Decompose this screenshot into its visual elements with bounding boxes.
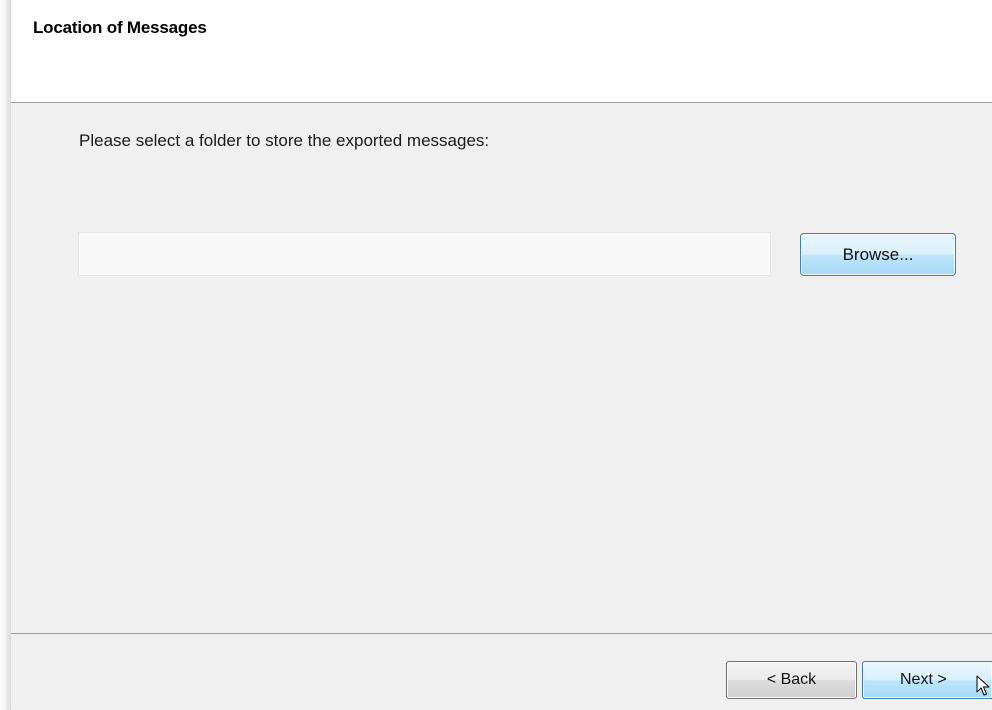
mouse-pointer-icon [976,675,990,696]
wizard-header: Location of Messages [11,0,992,103]
window-shadow [0,0,11,710]
wizard-window: Location of Messages Please select a fol… [0,0,992,710]
folder-path-input[interactable] [78,232,771,276]
wizard-footer: < Back Next > [11,634,992,710]
page-title: Location of Messages [33,18,207,37]
browse-button[interactable]: Browse... [800,233,956,276]
instruction-text: Please select a folder to store the expo… [79,131,490,150]
next-button[interactable]: Next > [862,661,992,699]
wizard-content: Please select a folder to store the expo… [11,103,992,633]
back-button[interactable]: < Back [726,661,857,699]
